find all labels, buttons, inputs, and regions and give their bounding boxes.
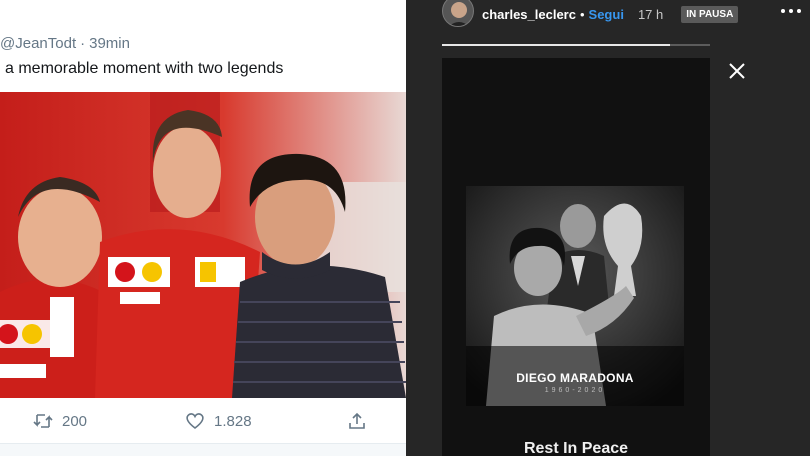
- tweet-text: a memorable moment with two legends: [5, 60, 284, 77]
- close-icon[interactable]: [728, 62, 746, 80]
- story-time: 17 h: [637, 6, 664, 22]
- story-content[interactable]: DIEGO MARADONA 1960-2020 Rest In Peace: [442, 58, 710, 456]
- story-progress-track: [442, 44, 710, 46]
- like-button[interactable]: 1.828: [184, 410, 252, 432]
- avatar[interactable]: [442, 0, 474, 27]
- retweet-count: 200: [62, 412, 88, 430]
- screen: @JeanTodt · 39min a memorable moment with …: [0, 0, 810, 456]
- tweet-card: @JeanTodt · 39min a memorable moment with …: [0, 0, 406, 456]
- story-username[interactable]: charles_leclerc: [482, 7, 576, 22]
- tweet-meta: @JeanTodt · 39min: [0, 35, 130, 52]
- heart-icon: [184, 410, 206, 432]
- retweet-button[interactable]: 200: [32, 410, 87, 432]
- tweet-meta-separator: ·: [80, 35, 86, 52]
- retweet-icon: [32, 410, 54, 432]
- tweet-photo-image: [0, 92, 406, 398]
- tribute-years: 1960-2020: [544, 387, 606, 394]
- story-progress-fill: [442, 44, 670, 46]
- more-options-icon[interactable]: [780, 6, 802, 16]
- paused-badge: IN PAUSA: [681, 5, 739, 23]
- share-icon: [346, 410, 368, 432]
- like-count: 1.828: [214, 412, 252, 430]
- tweet-handle[interactable]: @JeanTodt: [0, 35, 76, 52]
- tweet-time[interactable]: 39min: [89, 35, 130, 52]
- story-separator: •: [579, 6, 585, 22]
- story-header: charles_leclerc • Segui 17 h IN PAUSA: [442, 0, 739, 28]
- tribute-name: DIEGO MARADONA: [516, 371, 634, 385]
- tribute-image: DIEGO MARADONA 1960-2020: [466, 186, 684, 406]
- tweet-bottom-strip: [0, 444, 406, 456]
- follow-button[interactable]: Segui: [589, 7, 624, 22]
- story-caption: Rest In Peace: [523, 440, 629, 456]
- share-button[interactable]: [346, 410, 376, 432]
- tweet-actions-bar: 200 1.828: [0, 398, 406, 444]
- story-viewer: charles_leclerc • Segui 17 h IN PAUSA DI…: [406, 0, 810, 456]
- tweet-photo[interactable]: [0, 92, 406, 398]
